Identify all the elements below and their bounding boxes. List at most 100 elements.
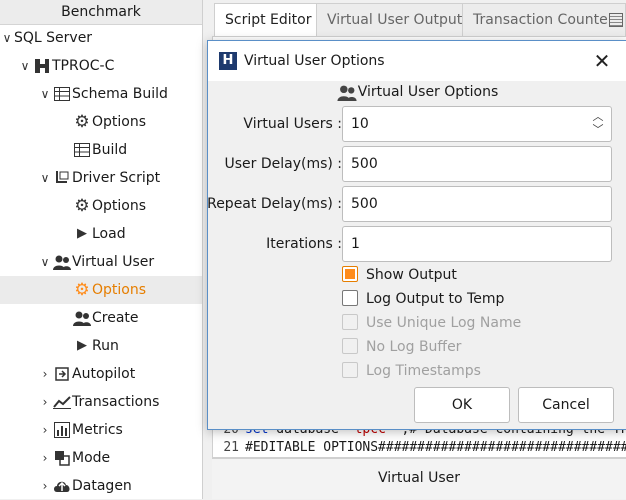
tree-node-tproc-c[interactable]: ∨ TPROC-C	[18, 52, 115, 80]
gear-icon: ⚙	[74, 112, 90, 132]
mode-icon	[52, 444, 72, 472]
tree-node-load[interactable]: ▶ Load	[72, 220, 126, 248]
checkbox-label: Use Unique Log Name	[366, 315, 522, 331]
tree-node-mode[interactable]: › Mode	[38, 444, 111, 472]
tree-node-label: TPROC-C	[52, 58, 115, 74]
user-delay-input[interactable]: 500	[342, 146, 612, 182]
virtual-users-label: Virtual Users :	[243, 116, 342, 132]
script-icon	[52, 164, 72, 192]
tree-node-label: Options	[92, 114, 147, 130]
line-number: 21	[223, 440, 239, 455]
dialog-titlebar[interactable]: H Virtual User Options ✕	[208, 41, 626, 81]
tree-node-datagen[interactable]: › Datagen	[38, 472, 132, 500]
tree-node-driver-script[interactable]: ∨ Driver Script	[38, 164, 161, 192]
checkbox-label: Log Output to Temp	[366, 291, 505, 307]
checkbox-box[interactable]	[342, 290, 358, 306]
checkbox-label: No Log Buffer	[366, 339, 462, 355]
tree-node-label: Run	[92, 338, 119, 354]
play-icon: ▶	[77, 226, 87, 241]
tree-node-label: Create	[92, 310, 139, 326]
iterations-input[interactable]: 1	[342, 226, 612, 262]
expand-chevron-icon[interactable]: ∨	[18, 52, 32, 80]
expand-chevron-icon[interactable]: ›	[38, 472, 52, 500]
tree-node-label: Build	[92, 142, 128, 158]
checkbox-box	[342, 314, 358, 330]
expand-chevron-icon[interactable]: ›	[38, 388, 52, 416]
log-timestamps-checkbox: Log Timestamps	[342, 360, 481, 382]
tab-script-editor[interactable]: Script Editor	[214, 3, 323, 36]
tree-node-virtual-user[interactable]: ∨ Virtual User	[38, 248, 154, 276]
line-chart-icon	[52, 388, 72, 416]
ok-button[interactable]: OK	[414, 387, 510, 423]
tree-node-create[interactable]: Create	[72, 304, 139, 332]
tree-node-schema-options[interactable]: ⚙ Options	[72, 108, 146, 136]
no-log-buffer-checkbox: No Log Buffer	[342, 336, 461, 358]
virtual-user-options-dialog: H Virtual User Options ✕ Virtual User Op…	[207, 40, 626, 430]
repeat-delay-input[interactable]: 500	[342, 186, 612, 222]
tree-node-build[interactable]: Build	[72, 136, 127, 164]
users-icon	[336, 81, 358, 103]
virtual-user-panel-title: Virtual User	[212, 458, 626, 499]
window-icon	[609, 13, 623, 27]
play-icon: ▶	[77, 338, 87, 353]
tree-node-transactions[interactable]: › Transactions	[38, 388, 160, 416]
virtual-users-spinbox[interactable]: 10 ︿ ﹀	[342, 106, 612, 142]
tree-node-label: SQL Server	[14, 30, 93, 46]
benchmark-tree-panel: Benchmark ∨ SQL Server ∨ TPROC-C ∨ Schema B…	[0, 0, 203, 499]
users-icon	[72, 304, 92, 332]
virtual-users-value: 10	[351, 116, 369, 132]
hammerdb-logo-icon: H	[219, 52, 237, 70]
editor-line: 21 #EDITABLE OPTIONS#####################…	[213, 439, 626, 457]
tree-node-label: Autopilot	[72, 366, 136, 382]
close-button[interactable]: ✕	[588, 47, 616, 75]
expand-chevron-icon[interactable]: ∨	[0, 24, 14, 52]
checkbox-box	[342, 338, 358, 354]
tree-node-label: Load	[92, 226, 126, 242]
tree-node-label: Metrics	[72, 422, 123, 438]
tree-node-label: Transactions	[72, 394, 160, 410]
users-icon	[52, 248, 72, 276]
user-delay-label: User Delay(ms) :	[224, 156, 342, 172]
tree-node-label: Driver Script	[72, 170, 161, 186]
log-output-to-temp-checkbox[interactable]: Log Output to Temp	[342, 288, 504, 310]
tab-transaction-counter[interactable]: Transaction Counter	[462, 3, 626, 36]
expand-chevron-icon[interactable]: ›	[38, 444, 52, 472]
dialog-heading: Virtual User Options	[208, 81, 626, 103]
expand-chevron-icon[interactable]: ›	[38, 416, 52, 444]
spinner-arrows-icon[interactable]: ︿ ﹀	[591, 110, 605, 136]
code-text: #EDITABLE OPTIONS#######################…	[245, 440, 626, 455]
cloud-upload-icon	[52, 472, 72, 500]
expand-chevron-icon[interactable]: ›	[38, 360, 52, 388]
tab-virtual-user-output[interactable]: Virtual User Output	[316, 3, 474, 36]
checkbox-box[interactable]	[342, 266, 358, 282]
tree-node-vu-options-selected[interactable]: ⚙ Options	[0, 276, 202, 304]
tree-node-label: Mode	[72, 450, 111, 466]
tab-label: Transaction Counter	[473, 12, 614, 28]
tree-node-schema-build[interactable]: ∨ Schema Build	[38, 80, 168, 108]
dialog-heading-label: Virtual User Options	[357, 84, 499, 100]
tree-node-sql-server[interactable]: ∨ SQL Server	[0, 24, 92, 52]
tree-node-metrics[interactable]: › Metrics	[38, 416, 123, 444]
expand-chevron-icon[interactable]: ∨	[38, 248, 52, 276]
repeat-delay-value: 500	[351, 196, 378, 212]
tree-node-label: Schema Build	[72, 86, 168, 102]
autopilot-icon	[52, 360, 72, 388]
cancel-button[interactable]: Cancel	[518, 387, 614, 423]
iterations-value: 1	[351, 236, 360, 252]
iterations-label: Iterations :	[266, 236, 342, 252]
expand-chevron-icon[interactable]: ∨	[38, 164, 52, 192]
checkbox-box	[342, 362, 358, 378]
tree-node-autopilot[interactable]: › Autopilot	[38, 360, 136, 388]
tree-node-label: Options	[92, 198, 147, 214]
show-output-checkbox[interactable]: Show Output	[342, 264, 457, 286]
dialog-title: Virtual User Options	[244, 53, 385, 69]
tree-node-driver-options[interactable]: ⚙ Options	[72, 192, 146, 220]
tree-node-label: Datagen	[72, 478, 132, 494]
table-icon	[52, 80, 72, 108]
repeat-delay-label: Repeat Delay(ms) :	[207, 196, 342, 212]
expand-chevron-icon[interactable]: ∨	[38, 80, 52, 108]
gear-icon: ⚙	[74, 280, 90, 300]
tree-node-label: Options	[92, 282, 147, 298]
tree-node-run[interactable]: ▶ Run	[72, 332, 119, 360]
checkbox-label: Log Timestamps	[366, 363, 481, 379]
